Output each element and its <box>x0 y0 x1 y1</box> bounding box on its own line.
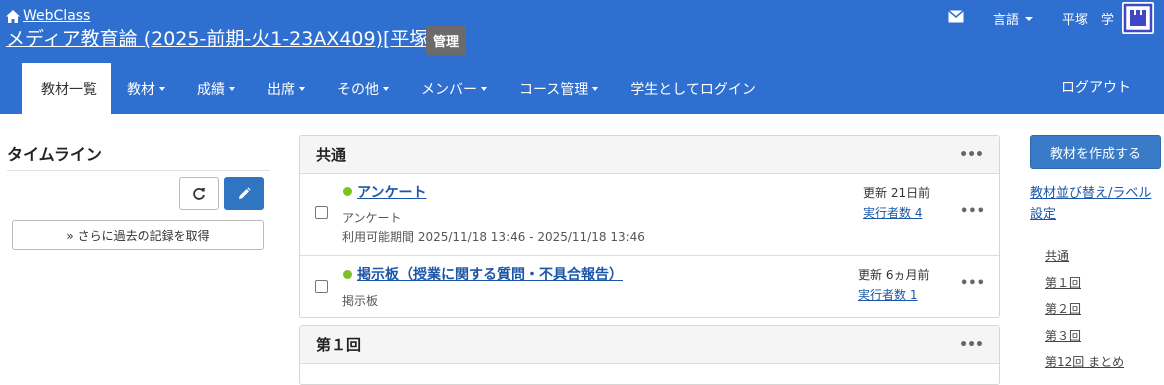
more-icon[interactable]: ••• <box>960 204 985 219</box>
chevron-down-icon <box>1025 16 1034 21</box>
status-active-icon <box>343 187 352 196</box>
language-menu[interactable]: 言語 <box>993 9 1034 28</box>
edit-button[interactable] <box>224 177 264 210</box>
app-header: WebClass メディア教育論 (2025-前期-火1-23AX409)[平塚… <box>0 0 1164 114</box>
user-name[interactable]: 平塚 学 <box>1062 9 1114 28</box>
executions-link[interactable]: 実行者数 1 <box>858 286 917 303</box>
nav-item-attendance[interactable]: 出席 <box>251 63 321 114</box>
section-panel-common: 共通 ••• アンケート アンケート 利用可能期間 2025/11/18 13:… <box>299 135 1000 318</box>
material-row: アンケート アンケート 利用可能期間 2025/11/18 13:46 - 20… <box>300 174 999 256</box>
nav-label: 成績 <box>197 81 225 98</box>
mail-icon[interactable] <box>948 10 964 23</box>
updated-text: 更新 21日前 <box>863 186 931 200</box>
chevron-down-icon <box>159 86 165 91</box>
nav-label: 学生としてログイン <box>630 81 756 98</box>
brand-label: WebClass <box>23 8 91 24</box>
nav-item-members[interactable]: メンバー <box>405 63 503 114</box>
nav-label: 教材一覧 <box>41 81 97 98</box>
refresh-button[interactable] <box>179 177 219 210</box>
material-title-link[interactable]: アンケート <box>357 182 426 202</box>
divider <box>7 170 270 171</box>
section-header: 共通 ••• <box>300 136 999 174</box>
material-type: 掲示板 <box>342 294 379 308</box>
nav-label: コース管理 <box>519 81 589 98</box>
main-nav: 教材一覧 教材 成績 出席 その他 メンバー コース管理 学生としてログイン <box>22 63 772 114</box>
material-period: 利用可能期間 2025/11/18 13:46 - 2025/11/18 13:… <box>342 230 645 244</box>
avatar-icon <box>1123 3 1153 33</box>
brand-link[interactable]: WebClass <box>6 8 90 24</box>
avatar[interactable] <box>1122 2 1154 34</box>
nav-item-other[interactable]: その他 <box>321 63 405 114</box>
nav-label: 教材 <box>127 81 155 98</box>
chevron-down-icon <box>481 86 487 91</box>
pencil-icon <box>239 186 251 199</box>
material-title-link[interactable]: 掲示板（授業に関する質問・不具合報告） <box>357 264 623 284</box>
toc-item[interactable]: 第12回 まとめ <box>1045 353 1124 380</box>
home-icon <box>6 9 20 23</box>
create-material-button[interactable]: 教材を作成する <box>1030 135 1161 169</box>
chevron-down-icon <box>229 86 235 91</box>
nav-label: 出席 <box>267 81 295 98</box>
toc-item[interactable]: 第２回 <box>1045 300 1124 327</box>
material-type: アンケート <box>342 211 402 225</box>
toc-item[interactable]: 第３回 <box>1045 327 1124 354</box>
more-icon[interactable]: ••• <box>959 337 984 353</box>
material-row: 掲示板（授業に関する質問・不具合報告） 掲示板 更新 6ヵ月前 実行者数 1 •… <box>300 256 999 317</box>
row-checkbox[interactable] <box>315 280 328 293</box>
toc-item[interactable]: 第１回 <box>1045 274 1124 301</box>
timeline-title: タイムライン <box>7 145 102 164</box>
status-active-icon <box>343 270 352 279</box>
course-title[interactable]: メディア教育論 (2025-前期-火1-23AX409)[平塚] <box>6 24 436 51</box>
refresh-icon <box>193 187 205 200</box>
section-panel-week1: 第１回 ••• <box>299 325 1000 385</box>
chevron-down-icon <box>299 86 305 91</box>
section-header: 第１回 ••• <box>300 326 999 364</box>
sort-label-settings-link[interactable]: 教材並び替え/ラベル設定 <box>1030 183 1162 225</box>
nav-item-grades[interactable]: 成績 <box>181 63 251 114</box>
nav-label: その他 <box>337 81 379 98</box>
section-title: 共通 <box>316 146 347 164</box>
nav-item-course-admin[interactable]: コース管理 <box>503 63 614 114</box>
more-icon[interactable]: ••• <box>959 147 984 163</box>
nav-item-materials[interactable]: 教材 <box>111 63 181 114</box>
executions-link[interactable]: 実行者数 4 <box>863 204 922 221</box>
more-history-button[interactable]: » さらに過去の記録を取得 <box>12 220 264 250</box>
nav-item-login-as-student[interactable]: 学生としてログイン <box>614 63 772 114</box>
language-label: 言語 <box>993 13 1020 28</box>
admin-badge: 管理 <box>426 26 467 55</box>
updated-text: 更新 6ヵ月前 <box>858 268 930 282</box>
logout-link[interactable]: ログアウト <box>1061 77 1131 97</box>
section-title: 第１回 <box>316 336 362 354</box>
toc-item[interactable]: 共通 <box>1045 247 1124 274</box>
nav-item-materials-list[interactable]: 教材一覧 <box>22 63 111 114</box>
row-checkbox[interactable] <box>315 206 328 219</box>
nav-label: メンバー <box>421 81 477 98</box>
chevron-down-icon <box>592 86 599 91</box>
more-icon[interactable]: ••• <box>960 276 985 291</box>
chevron-down-icon <box>383 86 389 91</box>
section-toc: 共通 第１回 第２回 第３回 第12回 まとめ <box>1045 247 1124 380</box>
